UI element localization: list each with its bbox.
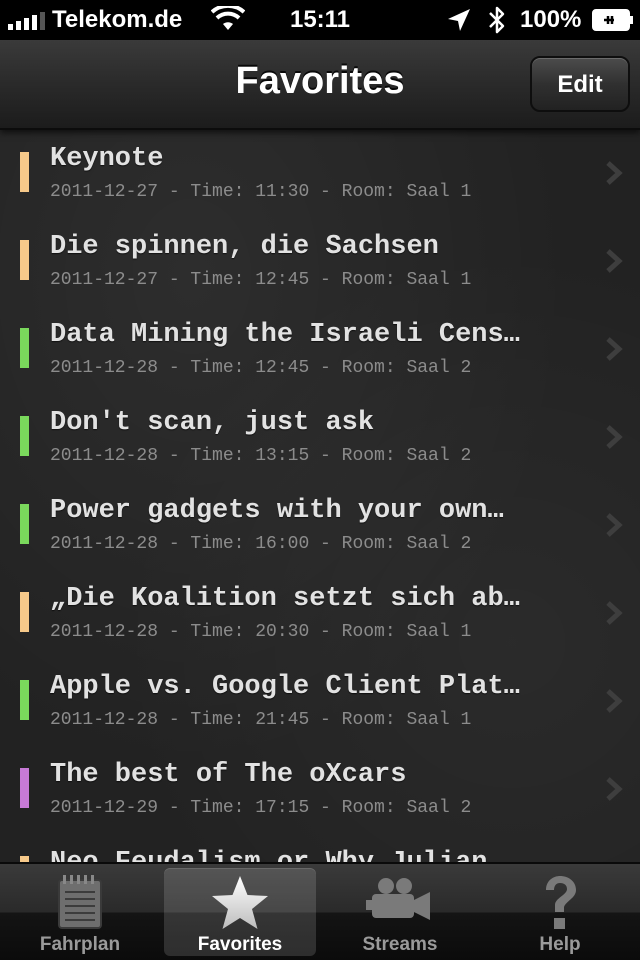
tab-label-streams: Streams [362,934,438,955]
favorite-row[interactable]: Don't scan, just ask 2011-12-28 - Time: 1… [0,394,640,482]
tab-label-help: Help [539,934,581,955]
battery-percentage: 100% [520,6,582,33]
wifi-icon [211,6,245,30]
status-bar: Telekom.de 15:11 100% [0,0,640,40]
session-details: 2011-12-29 - Time: 17:15 - Room: Saal 2 [50,798,472,818]
session-details: 2011-12-28 - Time: 12:45 - Room: Saal 2 [50,358,472,378]
tab-favorites[interactable]: Favorites [164,868,316,956]
favorite-row[interactable]: Apple vs. Google Client Plat… 2011-12-28 … [0,658,640,746]
favorite-row[interactable]: The best of The oXcars 2011-12-29 - Time:… [0,746,640,834]
session-details: 2011-12-28 - Time: 16:00 - Room: Saal 2 [50,534,472,554]
track-color-bar [20,240,29,280]
session-details: 2011-12-28 - Time: 13:15 - Room: Saal 2 [50,446,472,466]
track-color-bar [20,768,29,808]
session-title: Data Mining the Israeli Cens… [50,320,520,350]
star-icon [212,876,268,929]
track-color-bar [20,680,29,720]
chevron-right-icon [606,601,623,625]
chevron-right-icon [606,161,623,185]
chevron-right-icon [606,513,623,537]
chevron-right-icon [606,337,623,361]
chevron-right-icon [606,425,623,449]
chevron-right-icon [606,777,623,801]
signal-strength-icon [8,12,45,30]
favorite-row[interactable]: „Die Koalition setzt sich ab… 2011-12-28 … [0,570,640,658]
track-color-bar [20,592,29,632]
session-title: Keynote [50,144,164,174]
chevron-right-icon [606,689,623,713]
favorite-row[interactable]: Data Mining the Israeli Cens… 2011-12-28 … [0,306,640,394]
session-title: Apple vs. Google Client Plat… [50,672,520,702]
track-color-bar [20,152,29,192]
session-title: The best of The oXcars [50,760,407,790]
chevron-right-icon [606,249,623,273]
navigation-bar: Favorites Edit [0,40,640,130]
tab-help[interactable]: Help [484,868,636,956]
tab-fahrplan[interactable]: Fahrplan [4,868,156,956]
track-color-bar [20,504,29,544]
session-title: Neo Feudalism or Why Julian… [50,848,575,862]
favorites-list[interactable]: Keynote 2011-12-27 - Time: 11:30 - Room: … [0,130,640,862]
session-details: 2011-12-27 - Time: 12:45 - Room: Saal 1 [50,270,472,290]
track-color-bar [20,328,29,368]
notepad-icon [58,875,102,929]
tab-label-favorites: Favorites [197,934,283,955]
session-title: „Die Koalition setzt sich ab… [50,584,520,614]
tab-label-fahrplan: Fahrplan [39,934,121,955]
favorite-row[interactable]: Neo Feudalism or Why Julian… [0,834,640,862]
session-title: Don't scan, just ask [50,408,375,438]
favorite-row[interactable]: Keynote 2011-12-27 - Time: 11:30 - Room: … [0,130,640,218]
tab-streams[interactable]: Streams [324,868,476,956]
tab-bar: Fahrplan Favorites Streams Help [0,862,640,960]
track-color-bar [20,416,29,456]
video-camera-icon [366,878,430,920]
session-details: 2011-12-27 - Time: 11:30 - Room: Saal 1 [50,182,472,202]
favorite-row[interactable]: Die spinnen, die Sachsen 2011-12-27 - Tim… [0,218,640,306]
question-mark-icon [546,876,576,929]
edit-button[interactable]: Edit [530,56,630,112]
location-arrow-icon [448,9,470,31]
session-details: 2011-12-28 - Time: 21:45 - Room: Saal 1 [50,710,472,730]
bluetooth-icon [489,6,505,34]
session-details: 2011-12-28 - Time: 20:30 - Room: Saal 1 [50,622,472,642]
battery-charging-icon [592,9,633,31]
session-title: Power gadgets with your own… [50,496,504,526]
session-title: Die spinnen, die Sachsen [50,232,439,262]
favorite-row[interactable]: Power gadgets with your own… 2011-12-28 -… [0,482,640,570]
carrier-name: Telekom.de [52,6,183,33]
